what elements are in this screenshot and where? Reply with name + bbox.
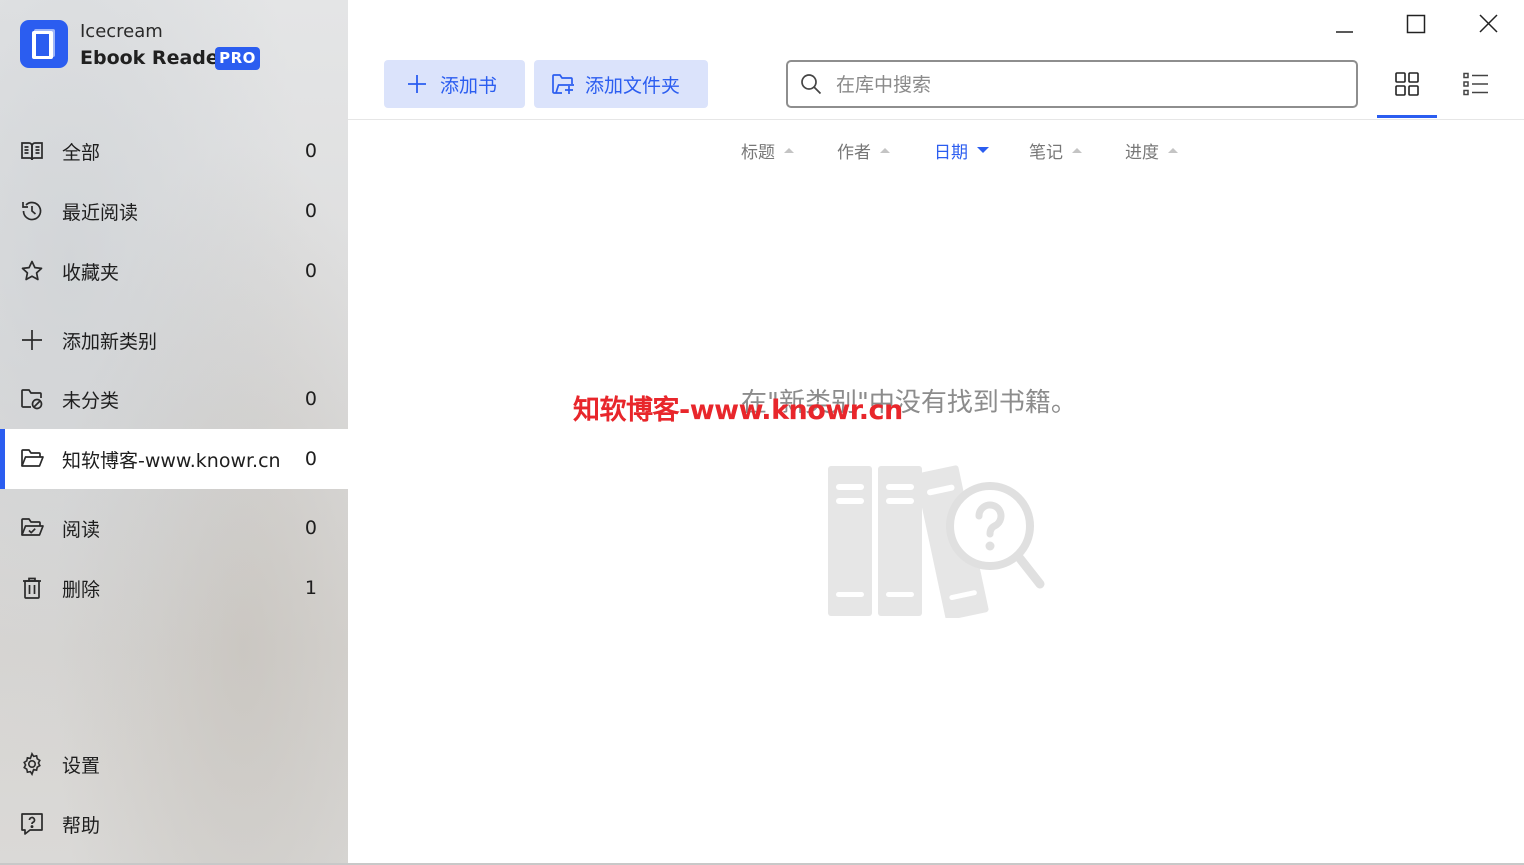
sidebar-item-label: 设置 xyxy=(62,754,101,777)
search-icon xyxy=(801,74,822,95)
sort-label: 笔记 xyxy=(1029,142,1063,163)
sidebar-item-label: 全部 xyxy=(62,141,101,164)
sort-arrow-icon xyxy=(977,147,989,153)
sidebar-item-favorites[interactable]: 收藏夹 0 xyxy=(0,241,348,301)
list-icon xyxy=(1463,72,1488,96)
sort-label: 日期 xyxy=(934,142,968,163)
pro-badge: PRO xyxy=(215,47,260,70)
sort-by-date[interactable]: 日期 xyxy=(934,138,989,163)
sidebar-item-count: 1 xyxy=(304,577,317,599)
add-book-label: 添加书 xyxy=(440,74,498,97)
close-icon xyxy=(1479,14,1498,33)
sidebar-item-count: 0 xyxy=(304,200,317,222)
sort-arrow-icon xyxy=(784,147,794,153)
sidebar-item-uncategorized[interactable]: 未分类 0 xyxy=(0,369,348,429)
help-button[interactable]: 帮助 xyxy=(0,794,348,854)
app-logo-icon xyxy=(20,20,68,68)
search-input[interactable] xyxy=(834,62,1338,108)
folder-unsorted-icon xyxy=(21,389,43,410)
sort-label: 作者 xyxy=(837,142,871,163)
trash-icon xyxy=(23,577,41,599)
sidebar-item-label: 未分类 xyxy=(62,389,120,412)
app-name-line2: Ebook Reader xyxy=(80,47,229,69)
settings-button[interactable]: 设置 xyxy=(0,734,348,794)
sidebar-item-all[interactable]: 全部 0 xyxy=(0,121,348,181)
maximize-icon xyxy=(1406,14,1426,34)
plus-icon xyxy=(22,330,42,350)
book-open-icon xyxy=(21,142,43,161)
add-folder-label: 添加文件夹 xyxy=(585,74,681,97)
sidebar-item-read[interactable]: 阅读 0 xyxy=(0,498,348,558)
folder-add-icon xyxy=(552,74,574,94)
sidebar-item-new-category[interactable]: 知软博客-www.knowr.cn 0 xyxy=(0,429,348,489)
list-view-button[interactable] xyxy=(1446,60,1506,118)
app-name-line1: Icecream xyxy=(80,21,163,42)
empty-library-illustration xyxy=(828,465,1045,618)
sidebar-item-count: 0 xyxy=(304,517,317,539)
sort-arrow-icon xyxy=(880,147,890,153)
sort-by-progress[interactable]: 进度 xyxy=(1125,138,1178,163)
minimize-icon xyxy=(1336,31,1353,33)
sidebar-item-label: 删除 xyxy=(62,578,101,601)
sidebar-item-label: 添加新类别 xyxy=(62,330,158,353)
sidebar-item-label: 最近阅读 xyxy=(62,201,139,224)
sort-arrow-icon xyxy=(1168,147,1178,153)
sort-by-author[interactable]: 作者 xyxy=(837,138,890,163)
sort-label: 标题 xyxy=(741,142,775,163)
watermark-text: 知软博客-www.knowr.cn xyxy=(573,395,903,426)
main-panel: 添加书 添加文件夹 标题 作者 日期 笔记 xyxy=(348,0,1524,865)
add-book-button[interactable]: 添加书 xyxy=(384,60,525,108)
sidebar-item-label: 知软博客-www.knowr.cn xyxy=(62,449,281,472)
grid-icon xyxy=(1395,72,1419,96)
sidebar-item-label: 帮助 xyxy=(62,814,101,837)
folder-open-icon xyxy=(21,449,44,467)
add-category-button[interactable]: 添加新类别 xyxy=(0,310,348,370)
plus-icon xyxy=(408,75,426,93)
maximize-button[interactable] xyxy=(1386,0,1446,48)
sidebar: Icecream Ebook Reader PRO 全部 0 最近阅读 0 收藏… xyxy=(0,0,348,865)
search-box xyxy=(786,60,1358,108)
sort-label: 进度 xyxy=(1125,142,1159,163)
sidebar-item-label: 收藏夹 xyxy=(62,261,120,284)
add-folder-button[interactable]: 添加文件夹 xyxy=(534,60,708,108)
sort-by-title[interactable]: 标题 xyxy=(741,138,794,163)
sidebar-item-label: 阅读 xyxy=(62,518,101,541)
sidebar-item-recent[interactable]: 最近阅读 0 xyxy=(0,181,348,241)
sidebar-item-count: 0 xyxy=(304,140,317,162)
gear-icon xyxy=(23,752,41,776)
minimize-button[interactable] xyxy=(1314,0,1374,48)
sidebar-item-count: 0 xyxy=(304,260,317,282)
grid-view-button[interactable] xyxy=(1377,60,1437,118)
sort-by-notes[interactable]: 笔记 xyxy=(1029,138,1082,163)
sidebar-item-count: 0 xyxy=(304,448,317,470)
sort-arrow-icon xyxy=(1072,147,1082,153)
history-icon xyxy=(22,201,42,221)
toolbar-divider xyxy=(348,119,1524,120)
star-icon xyxy=(21,260,43,281)
sidebar-item-count: 0 xyxy=(304,388,317,410)
help-icon xyxy=(21,813,43,835)
folder-check-icon xyxy=(21,518,44,536)
close-button[interactable] xyxy=(1458,0,1518,48)
sidebar-item-deleted[interactable]: 删除 1 xyxy=(0,558,348,618)
